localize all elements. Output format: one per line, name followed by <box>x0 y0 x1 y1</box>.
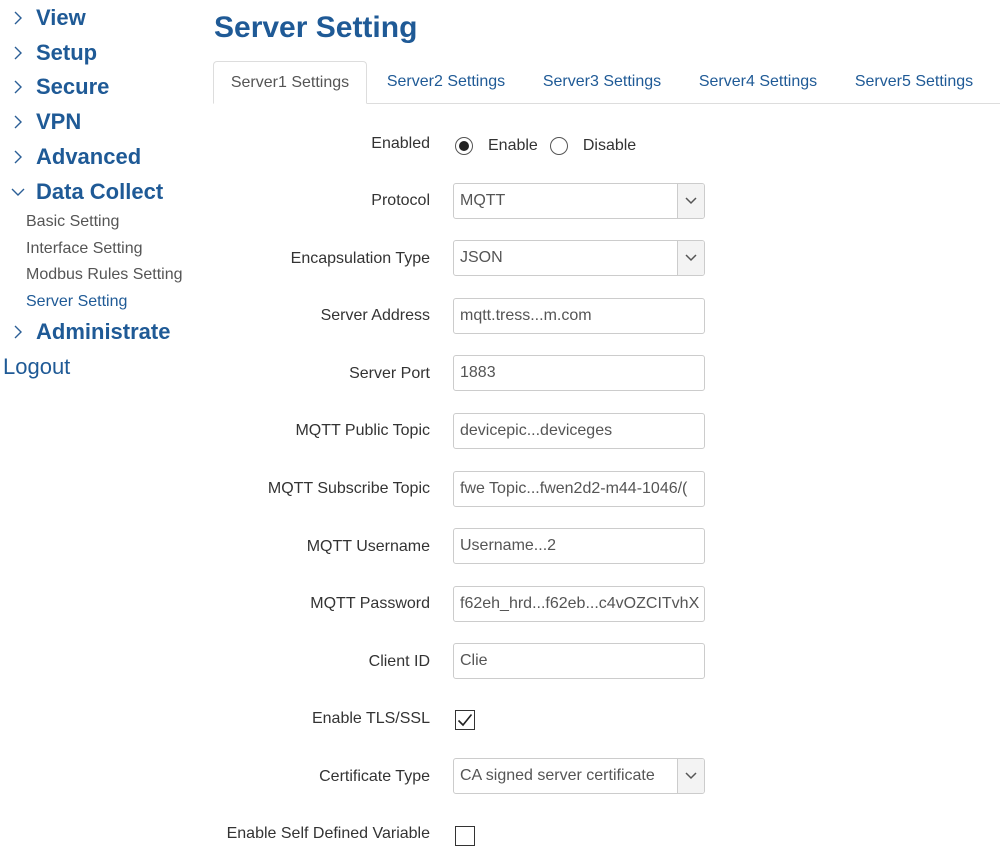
enable-self-defined-variable-label: Enable Self Defined Variable <box>226 825 430 842</box>
server-port-input[interactable]: 1883 <box>453 355 705 391</box>
logout-link[interactable]: Logout <box>3 354 70 380</box>
nav-item-data-collect[interactable]: Data Collect <box>0 177 163 207</box>
mqtt-subscribe-topic-label: MQTT Subscribe Topic <box>267 480 430 497</box>
chevron-right-icon <box>0 114 36 130</box>
tab-server2[interactable]: Server2 Settings <box>373 61 519 103</box>
sub-item-modbus-rules-setting[interactable]: Modbus Rules Setting <box>26 266 183 284</box>
chevron-right-icon <box>0 10 36 26</box>
nav-item-vpn[interactable]: VPN <box>0 107 81 137</box>
mqtt-subscribe-topic-input[interactable]: fwe Topic...fwen2d2-m44-1046/( <box>453 471 705 507</box>
nav-item-label: VPN <box>36 109 82 134</box>
nav-item-administrate[interactable]: Administrate <box>0 317 170 347</box>
enabled-radio-group: Enable Disable <box>455 134 648 158</box>
nav-item-label: Setup <box>36 40 98 65</box>
enable-self-defined-variable-checkbox[interactable] <box>455 826 475 846</box>
tab-server3[interactable]: Server3 Settings <box>529 61 675 103</box>
enable-tls-ssl-checkbox[interactable] <box>455 710 475 730</box>
chevron-down-icon <box>677 184 704 218</box>
server-address-input[interactable]: mqtt.tress...m.com <box>453 298 705 334</box>
sub-item-server-setting[interactable]: Server Setting <box>26 293 127 311</box>
sub-item-basic-setting[interactable]: Basic Setting <box>26 213 119 231</box>
disable-radio[interactable] <box>549 137 568 155</box>
mqtt-username-input[interactable]: Username...2 <box>453 528 705 564</box>
disable-radio-label: Disable <box>582 137 637 154</box>
chevron-down-icon <box>677 241 704 275</box>
chevron-right-icon <box>0 149 36 165</box>
server-port-label: Server Port <box>349 365 430 382</box>
client-id-label: Client ID <box>368 653 430 670</box>
page-title: Server Setting <box>214 11 418 44</box>
mqtt-password-input[interactable]: f62eh_hrd...f62eb...c4vOZCITvhX <box>453 586 705 622</box>
nav-item-setup[interactable]: Setup <box>0 38 97 68</box>
tab-server1[interactable]: Server1 Settings <box>213 61 367 104</box>
protocol-value: MQTT <box>460 192 506 209</box>
chevron-down-icon <box>0 186 36 198</box>
encapsulation-type-label: Encapsulation Type <box>290 250 430 267</box>
server-address-label: Server Address <box>320 307 430 324</box>
enable-radio-label: Enable <box>488 137 538 154</box>
checkmark-icon <box>457 713 473 727</box>
nav-item-secure[interactable]: Secure <box>0 72 109 102</box>
nav-item-view[interactable]: View <box>0 3 86 33</box>
nav-item-label: Administrate <box>36 319 171 344</box>
protocol-select[interactable]: MQTT <box>453 183 705 219</box>
nav-item-label: Data Collect <box>36 179 164 204</box>
protocol-label: Protocol <box>371 192 430 209</box>
sub-item-interface-setting[interactable]: Interface Setting <box>26 240 143 258</box>
chevron-right-icon <box>0 45 36 61</box>
mqtt-password-label: MQTT Password <box>310 595 430 612</box>
certificate-type-value: CA signed server certificate <box>460 767 655 784</box>
nav-item-label: Secure <box>36 74 110 99</box>
nav-item-advanced[interactable]: Advanced <box>0 142 141 172</box>
mqtt-public-topic-label: MQTT Public Topic <box>295 422 430 439</box>
chevron-right-icon <box>0 324 36 340</box>
mqtt-username-label: MQTT Username <box>306 538 430 555</box>
certificate-type-select[interactable]: CA signed server certificate <box>453 758 705 794</box>
client-id-input[interactable]: Clie <box>453 643 705 679</box>
certificate-type-label: Certificate Type <box>319 768 430 785</box>
encapsulation-type-value: JSON <box>460 249 503 266</box>
nav-item-label: View <box>36 5 86 30</box>
tab-bar: Server1 Settings Server2 Settings Server… <box>213 61 1000 104</box>
tab-server4[interactable]: Server4 Settings <box>685 61 831 103</box>
tab-server5[interactable]: Server5 Settings <box>841 61 987 103</box>
encapsulation-type-select[interactable]: JSON <box>453 240 705 276</box>
enabled-label: Enabled <box>371 135 430 152</box>
chevron-down-icon <box>677 759 704 793</box>
radio-dot <box>459 141 469 151</box>
enable-radio[interactable] <box>455 137 473 155</box>
chevron-right-icon <box>0 79 36 95</box>
mqtt-public-topic-input[interactable]: devicepic...deviceges <box>453 413 705 449</box>
nav-item-label: Advanced <box>36 144 142 169</box>
enable-tls-ssl-label: Enable TLS/SSL <box>311 710 430 727</box>
